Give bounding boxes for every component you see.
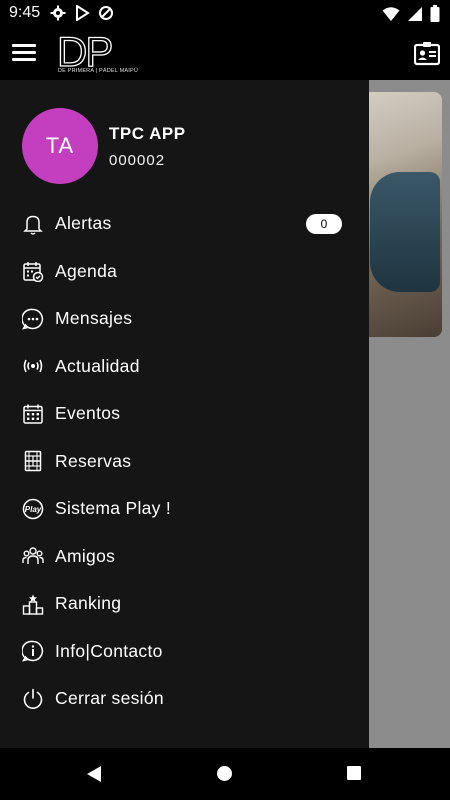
app-bar: DP DE PRIMERA | PÁDEL MAIPÚ — [0, 28, 450, 80]
menu-label: Alertas — [55, 213, 112, 234]
menu-label: Ranking — [55, 593, 122, 614]
menu-label: Sistema Play ! — [55, 498, 172, 519]
recents-icon[interactable] — [347, 766, 361, 780]
friends-icon — [22, 545, 44, 567]
avatar[interactable]: TA — [22, 108, 98, 184]
menu-label: Cerrar sesión — [55, 688, 164, 709]
brand-logo-subtitle: DE PRIMERA | PÁDEL MAIPÚ — [58, 68, 138, 74]
info-icon — [22, 640, 44, 662]
menu-item-agenda[interactable]: Agenda — [0, 248, 369, 296]
navigation-drawer: TA TPC APP 000002 Alertas 0 Agenda Mensa… — [0, 80, 369, 748]
menu-item-sistema-play[interactable]: Play Sistema Play ! — [0, 485, 369, 533]
calendar-grid-icon — [22, 403, 44, 425]
menu-label: Amigos — [55, 545, 116, 566]
status-bar: 9:45 — [0, 0, 450, 28]
chat-bubble-icon — [22, 308, 44, 330]
calendar-check-icon — [22, 260, 44, 283]
play-badge-icon: Play — [22, 498, 44, 520]
contact-card-button[interactable] — [413, 40, 441, 66]
broadcast-icon — [22, 355, 44, 377]
power-icon — [22, 688, 44, 710]
podium-icon — [22, 593, 44, 615]
menu-label: Mensajes — [55, 308, 133, 329]
bell-icon — [22, 213, 44, 235]
court-icon — [22, 450, 44, 472]
signal-icon — [408, 6, 422, 21]
menu-item-eventos[interactable]: Eventos — [0, 390, 369, 438]
back-icon[interactable] — [86, 765, 102, 783]
user-id: 000002 — [109, 152, 166, 169]
menu-label: Agenda — [55, 260, 118, 281]
menu-item-amigos[interactable]: Amigos — [0, 533, 369, 581]
data-saver-icon — [99, 6, 113, 20]
battery-icon — [430, 5, 440, 22]
alert-count-badge: 0 — [306, 213, 342, 234]
menu-label: Reservas — [55, 450, 132, 471]
status-time: 9:45 — [9, 4, 41, 21]
menu-item-reservas[interactable]: Reservas — [0, 438, 369, 486]
drawer-menu: Alertas 0 Agenda Mensajes Actualidad Eve… — [0, 200, 369, 723]
play-store-icon — [76, 5, 90, 21]
menu-label: Actualidad — [55, 355, 140, 376]
wifi-icon — [382, 6, 400, 21]
home-icon[interactable] — [217, 766, 232, 781]
menu-item-cerrar-sesion[interactable]: Cerrar sesión — [0, 675, 369, 723]
settings-gear-icon — [50, 5, 66, 21]
menu-item-actualidad[interactable]: Actualidad — [0, 343, 369, 391]
menu-item-info-contacto[interactable]: Info|Contacto — [0, 628, 369, 676]
menu-item-ranking[interactable]: Ranking — [0, 580, 369, 628]
svg-text:Play: Play — [25, 505, 42, 514]
menu-item-alertas[interactable]: Alertas 0 — [0, 200, 369, 248]
hamburger-menu-button[interactable] — [12, 44, 36, 62]
contact-card-icon — [413, 42, 441, 66]
menu-label: Info|Contacto — [55, 640, 163, 661]
menu-item-mensajes[interactable]: Mensajes — [0, 295, 369, 343]
user-name: TPC APP — [109, 124, 186, 143]
menu-label: Eventos — [55, 403, 121, 424]
avatar-initials: TA — [45, 133, 75, 158]
system-nav-bar — [0, 748, 450, 800]
